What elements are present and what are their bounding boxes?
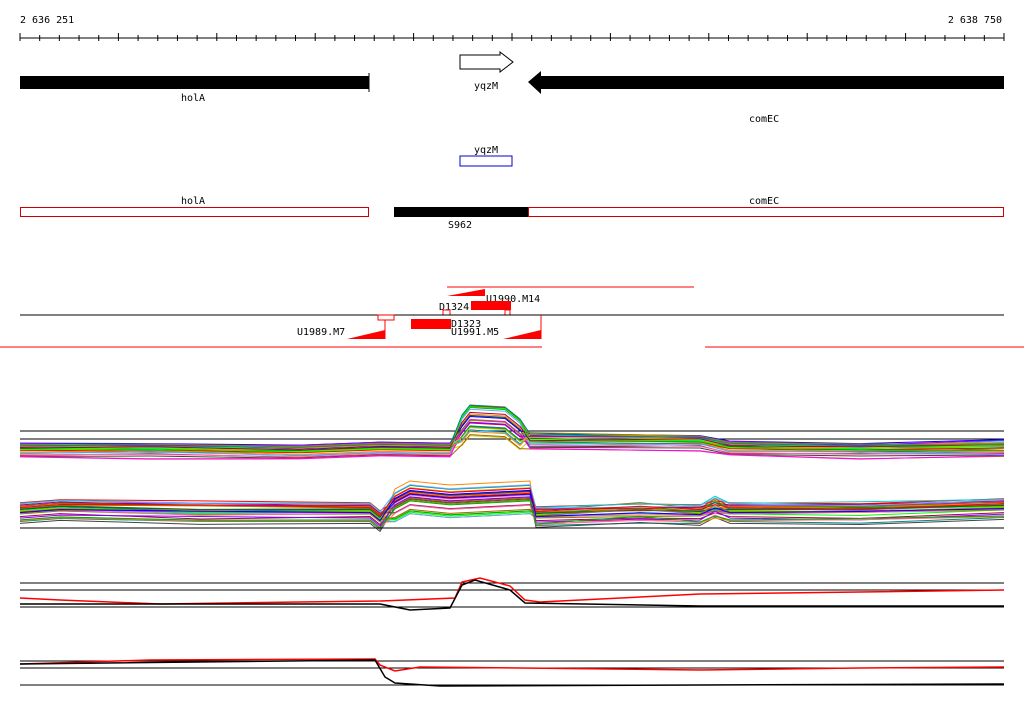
d1323-block[interactable] xyxy=(411,319,451,329)
gene-comEC-label: comEC xyxy=(749,114,779,125)
s962-label: S962 xyxy=(448,220,472,231)
u1989-marker xyxy=(377,314,395,321)
u1989-ramp xyxy=(347,330,385,339)
expression-track-3 xyxy=(19,577,1005,611)
u1989-label: U1989.M7 xyxy=(297,327,345,338)
end-coordinate: 2 638 750 xyxy=(948,15,1002,26)
d1324-label: D1324 xyxy=(439,302,469,313)
comEC-box[interactable] xyxy=(528,207,1004,217)
gene-comEC[interactable] xyxy=(528,71,1004,94)
coordinate-ruler: 2 636 251 2 638 750 xyxy=(19,15,1005,41)
expression-profile xyxy=(19,659,1005,687)
annotation-track: yqzM holA S962 comEC xyxy=(20,145,1004,231)
expression-track-2 xyxy=(19,480,1005,533)
u1991-label: U1991.M5 xyxy=(451,327,499,338)
start-coordinate: 2 636 251 xyxy=(20,15,74,26)
yqzM-box[interactable] xyxy=(459,155,513,167)
gene-yqzM[interactable] xyxy=(459,50,514,74)
ruler-ticks xyxy=(19,33,1005,41)
gene-yqzM-label: yqzM xyxy=(474,81,498,92)
d1324-marker-2 xyxy=(504,309,511,316)
feature-track: U1990.M14 D1324 D1323 U1991.M5 U1989.M7 xyxy=(0,286,1024,348)
expression-profile xyxy=(19,404,1005,448)
yqzM-box-label: yqzM xyxy=(474,145,498,156)
u1991-ramp xyxy=(503,330,541,339)
comEC-box-label: comEC xyxy=(749,196,779,207)
gene-track: holA yqzM comEC xyxy=(20,50,1004,125)
expression-track-1 xyxy=(19,404,1005,460)
s962-box[interactable] xyxy=(394,207,528,217)
expression-profile xyxy=(20,579,1004,611)
d1324-block[interactable] xyxy=(471,301,511,310)
gene-holA[interactable] xyxy=(20,76,369,89)
holA-box-label: holA xyxy=(181,196,205,207)
holA-box[interactable] xyxy=(20,207,369,217)
expression-track-4 xyxy=(19,658,1005,687)
gene-holA-label: holA xyxy=(181,93,205,104)
genome-browser-canvas: 2 636 251 2 638 750 holA yqzM comEC yqzM… xyxy=(0,15,1024,687)
